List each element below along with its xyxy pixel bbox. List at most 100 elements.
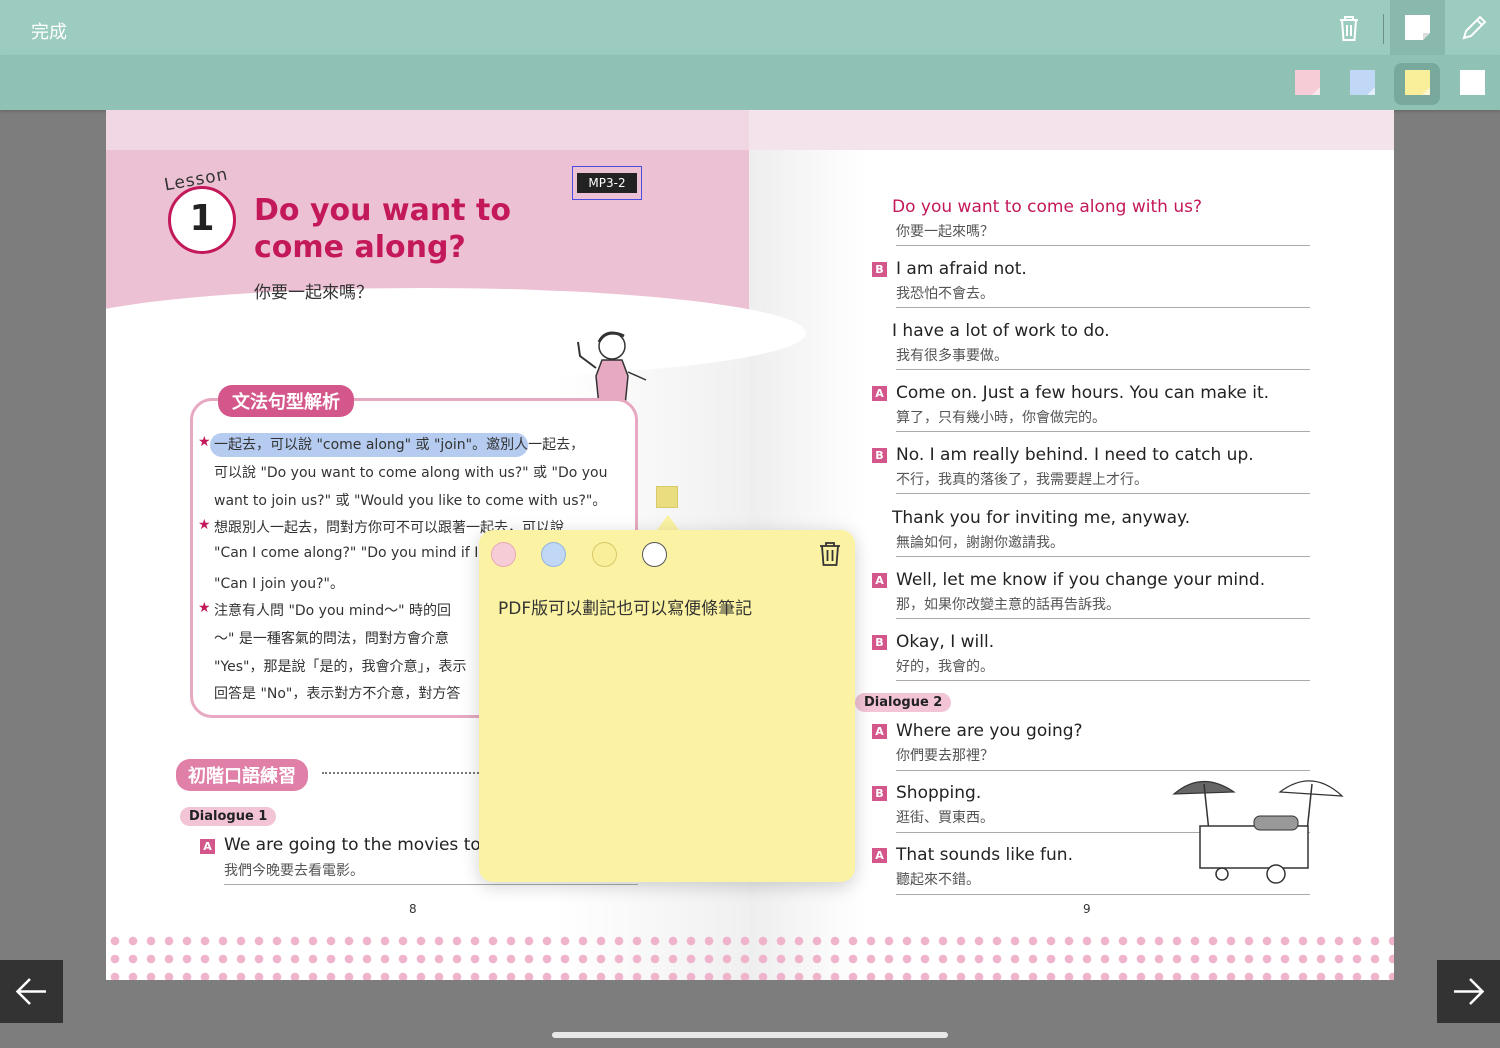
dialogue-line-en: Come on. Just a few hours. You can make … xyxy=(896,383,1270,403)
speaker-badge: A xyxy=(872,724,887,739)
top-toolbar: 完成 xyxy=(0,0,1500,55)
line-rule xyxy=(896,369,1310,370)
done-button[interactable]: 完成 xyxy=(31,18,67,44)
pencil-icon[interactable] xyxy=(1456,10,1492,46)
pink-note-swatch-icon xyxy=(1295,70,1320,95)
next-page-button[interactable] xyxy=(1437,960,1500,1023)
dialogue-line-zh: 好的，我會的。 xyxy=(896,659,994,675)
speaker-badge: B xyxy=(872,786,887,801)
food-cart-illustration-icon xyxy=(1172,780,1344,884)
dialogue-line-zh: 算了，只有幾小時，你會做完的。 xyxy=(896,410,1106,426)
grammar-line: "Yes"，那是說「是的，我會介意」，表示 xyxy=(214,659,467,675)
grammar-line: 注意有人問 "Do you mind～" 時的回 xyxy=(214,603,452,619)
dialogue-line-en: I have a lot of work to do. xyxy=(892,321,1110,341)
line-rule xyxy=(896,493,1310,494)
note-color-white[interactable] xyxy=(642,542,667,567)
dialogue-line-en: Where are you going? xyxy=(896,721,1083,741)
yellow-note-swatch-icon xyxy=(1405,70,1430,95)
speaker-badge: B xyxy=(872,635,887,650)
dialogue-line-zh: 我們今晚要去看電影。 xyxy=(224,863,364,879)
previous-page-button[interactable] xyxy=(0,960,63,1023)
practice-label: 初階口語練習 xyxy=(176,759,308,791)
line-rule xyxy=(896,245,1310,246)
dialogue-line-zh: 無論如何，謝謝你邀請我。 xyxy=(896,535,1064,551)
lesson-subtitle: 你要一起來嗎？ xyxy=(254,283,373,303)
speaker-badge: A xyxy=(872,848,887,863)
dialogue-line-en: I am afraid not. xyxy=(896,259,1027,279)
grammar-line: 可以說 "Do you want to come along with us?"… xyxy=(214,465,608,481)
line-rule xyxy=(896,307,1310,308)
audio-link[interactable]: MP3-2 xyxy=(572,166,642,200)
color-blue-button[interactable] xyxy=(1339,63,1385,105)
right-page-number: 9 xyxy=(1083,902,1091,916)
color-toolbar xyxy=(0,55,1500,110)
speaker-badge: B xyxy=(872,262,887,277)
dialogue-line-zh: 逛街、買東西。 xyxy=(896,810,994,826)
speaker-badge: B xyxy=(872,448,887,463)
dialogue-line-en: Well, let me know if you change your min… xyxy=(896,570,1266,590)
dialogue-1-label: Dialogue 1 xyxy=(180,807,277,826)
line-rule xyxy=(896,894,1310,895)
sticky-note-text[interactable]: PDF版可以劃記也可以寫便條筆記 xyxy=(498,594,752,619)
grammar-bullet-star: ★ xyxy=(198,600,211,616)
right-top-band xyxy=(749,110,1394,150)
sticky-note-tool-button[interactable] xyxy=(1390,0,1445,55)
arrow-right-icon xyxy=(1454,978,1485,1005)
lesson-number: 1 xyxy=(168,186,236,254)
note-color-yellow[interactable] xyxy=(592,542,617,567)
grammar-line: "Can I come along?" "Do you mind if I xyxy=(214,545,479,561)
dialogue-2-label: Dialogue 2 xyxy=(855,693,952,712)
left-top-band xyxy=(106,110,749,150)
grammar-label: 文法句型解析 xyxy=(218,385,354,417)
lesson-title: Do you want to come along? xyxy=(254,193,511,265)
arrow-left-icon xyxy=(15,978,46,1005)
note-color-pink[interactable] xyxy=(491,542,516,567)
speaker-badge: A xyxy=(200,839,215,854)
home-indicator[interactable] xyxy=(552,1032,948,1038)
blue-note-swatch-icon xyxy=(1350,70,1375,95)
sticky-note-pointer xyxy=(656,515,680,531)
dialogue-line-zh: 聽起來不錯。 xyxy=(896,872,980,888)
decorative-dot-border xyxy=(106,932,1394,980)
left-page-number: 8 xyxy=(409,902,417,916)
audio-tag: MP3-2 xyxy=(577,173,637,193)
dialogue-line-en: Do you want to come along with us? xyxy=(892,197,1202,217)
speaker-badge: A xyxy=(872,573,887,588)
grammar-line: ～" 是一種客氣的問法，問對方會介意 xyxy=(214,631,449,647)
line-rule xyxy=(224,884,638,885)
grammar-line: want to join us?" 或 "Would you like to c… xyxy=(214,493,607,509)
dialogue-line-zh: 不行，我真的落後了，我需要趕上才行。 xyxy=(896,472,1148,488)
color-yellow-button[interactable] xyxy=(1394,63,1440,105)
line-rule xyxy=(896,431,1310,432)
dialogue-line-en: We are going to the movies to xyxy=(224,835,481,855)
grammar-line: 一起去，可以說 "come along" 或 "join"。邀別人一起去， xyxy=(214,437,585,453)
dialogue-line-en: Shopping. xyxy=(896,783,982,803)
color-white-button[interactable] xyxy=(1449,63,1495,105)
dialogue-line-zh: 你們要去那裡？ xyxy=(896,748,994,764)
note-color-blue[interactable] xyxy=(541,542,566,567)
line-rule xyxy=(896,556,1310,557)
dialogue-line-en: That sounds like fun. xyxy=(896,845,1073,865)
line-rule xyxy=(896,680,1310,681)
color-pink-button[interactable] xyxy=(1284,63,1330,105)
grammar-line: "Can I join you?"。 xyxy=(214,576,344,592)
grammar-bullet-star: ★ xyxy=(198,517,211,533)
dialogue-line-zh: 那，如果你改變主意的話再告訴我。 xyxy=(896,597,1120,613)
dialogue-line-zh: 我有很多事要做。 xyxy=(896,348,1008,364)
sticky-note-popup[interactable]: PDF版可以劃記也可以寫便條筆記 xyxy=(479,530,855,882)
white-note-swatch-icon xyxy=(1460,70,1485,95)
dialogue-line-zh: 你要一起來嗎？ xyxy=(896,224,994,240)
sticky-note-marker-icon[interactable] xyxy=(656,486,678,508)
sticky-note-icon xyxy=(1405,15,1430,40)
trash-icon[interactable] xyxy=(1331,10,1367,46)
line-rule xyxy=(896,618,1310,619)
toolbar-divider xyxy=(1383,14,1384,44)
grammar-line: 回答是 "No"，表示對方不介意，對方答 xyxy=(214,686,461,702)
grammar-bullet-star: ★ xyxy=(198,434,211,450)
dialogue-line-en: Okay, I will. xyxy=(896,632,995,652)
dialogue-line-en: Thank you for inviting me, anyway. xyxy=(892,508,1191,528)
speaker-badge: A xyxy=(872,386,887,401)
dialogue-line-en: No. I am really behind. I need to catch … xyxy=(896,445,1254,465)
note-trash-icon[interactable] xyxy=(817,540,843,568)
dialogue-line-zh: 我恐怕不會去。 xyxy=(896,286,994,302)
